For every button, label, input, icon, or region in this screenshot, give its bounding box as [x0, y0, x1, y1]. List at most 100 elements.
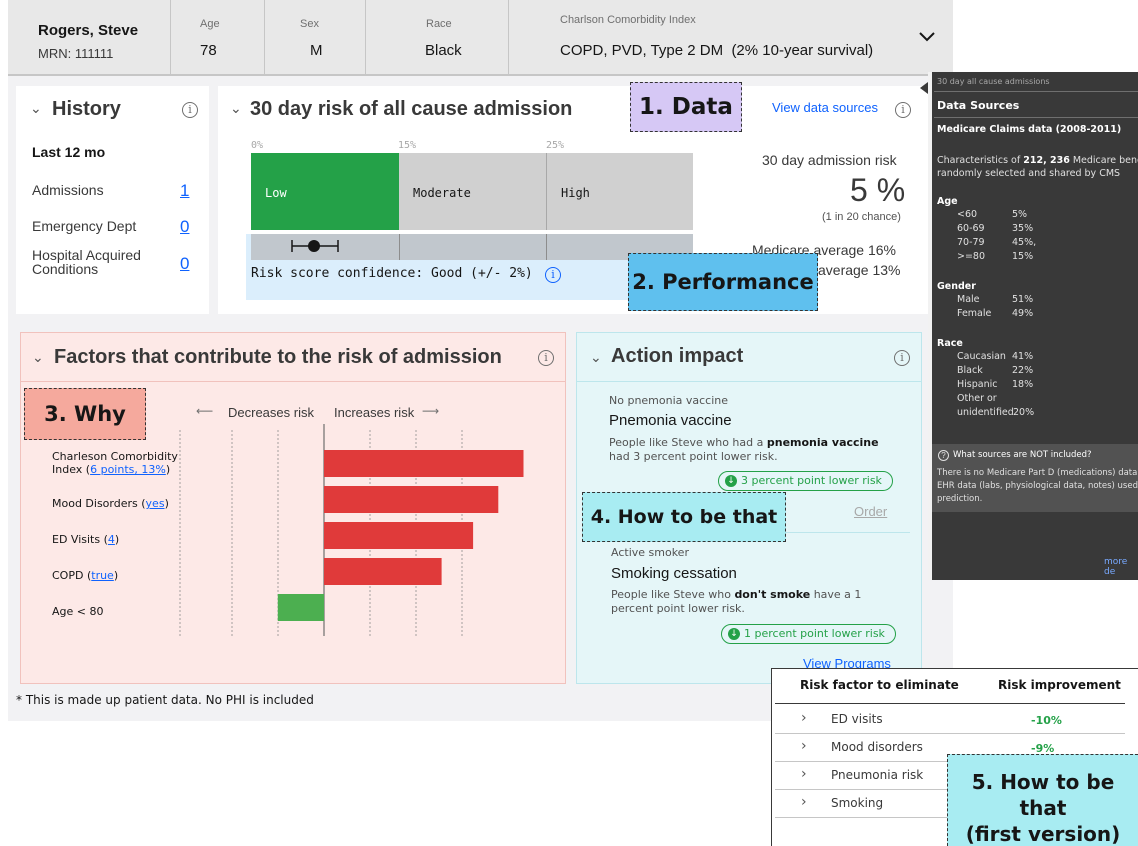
header-divider	[365, 0, 366, 76]
factor-copd-link[interactable]: true	[91, 569, 114, 582]
vaccine-desc-b: pnemonia vaccine	[766, 436, 879, 449]
ds-row: Female 49%	[957, 308, 1033, 322]
ds-row: 60-69 35%	[957, 223, 1033, 237]
data-sources-pointer	[920, 82, 928, 94]
vaccine-desc: People like Steve who had a pnemonia vac…	[609, 436, 899, 464]
confidence-whisker	[291, 238, 339, 254]
annotation-4-how: 4. How to be that	[582, 492, 786, 542]
smoking-desc-d: percent point lower risk.	[611, 602, 745, 615]
factors-header-rule	[20, 381, 566, 382]
cci-value: COPD, PVD, Type 2 DM (2% 10-year surviva…	[560, 42, 874, 59]
factors-chevron-icon[interactable]: ⌄	[32, 349, 44, 366]
ds-row-value: 20%	[1013, 407, 1035, 418]
smoking-status: Active smoker	[611, 546, 689, 559]
table-row[interactable]: › ED visits -10%	[775, 706, 1125, 734]
factor-ed-name: ED Visits	[52, 533, 101, 546]
header-divider	[508, 0, 509, 76]
factor-cci-name2: Index	[52, 463, 83, 476]
patient-mrn: MRN: 111111	[38, 46, 114, 61]
history-ed-label: Emergency Dept	[32, 218, 137, 234]
action-info-icon[interactable]: i	[894, 350, 910, 366]
tick-0: 0%	[251, 140, 264, 151]
ds-row-value: 45%,	[1012, 237, 1037, 248]
confidence-divider	[546, 234, 547, 260]
confidence-info-icon[interactable]: i	[545, 267, 561, 283]
confidence-divider	[399, 234, 400, 260]
vaccine-order-link[interactable]: Order	[854, 504, 887, 519]
footnote: * This is made up patient data. No PHI i…	[16, 693, 314, 707]
smoking-desc: People like Steve who don't smoke have a…	[611, 588, 901, 616]
risk-info-icon[interactable]: i	[895, 102, 911, 118]
header-divider	[170, 0, 171, 76]
history-hac-link[interactable]: 0	[180, 254, 189, 274]
ds-row-value: 5%	[1012, 209, 1028, 220]
race-value: Black	[425, 42, 462, 59]
chevron-right-icon: ›	[801, 710, 807, 726]
patient-name: Rogers, Steve	[38, 22, 139, 39]
annotation-5-how-first: 5. How to be that (first version)	[947, 754, 1138, 846]
ds-row: >=80 15%	[957, 251, 1033, 265]
factor-mood-link[interactable]: yes	[146, 497, 165, 510]
vaccine-impact-pill: ↓ 3 percent point lower risk	[718, 471, 893, 491]
ds-row: 70-79 45%,	[957, 237, 1036, 251]
history-info-icon[interactable]: i	[182, 102, 198, 118]
ds-row: unidentified 20%	[957, 407, 1034, 421]
ds-row-label: unidentified	[957, 407, 1014, 418]
ds-race-title: Race	[937, 338, 963, 349]
view-data-sources-link[interactable]: View data sources	[772, 100, 878, 115]
vaccine-title: Pnemonia vaccine	[609, 412, 732, 429]
factors-info-icon[interactable]: i	[538, 350, 554, 366]
history-ed-link[interactable]: 0	[180, 217, 189, 237]
increases-risk-label: Increases risk	[334, 405, 415, 420]
high-label: High	[561, 186, 590, 200]
help-icon: ?	[938, 450, 949, 461]
annotation-1-data: 1. Data	[630, 82, 742, 132]
ds-more-link[interactable]: more de	[1104, 557, 1138, 577]
history-title: History	[52, 98, 121, 120]
ds-row-label: Black	[957, 365, 983, 376]
action-chevron-icon[interactable]: ⌄	[590, 349, 602, 366]
ds-row-label: Caucasian	[957, 351, 1006, 362]
race-label: Race	[426, 18, 452, 30]
chevron-right-icon: ›	[801, 794, 807, 810]
vaccine-status: No pnemonia vaccine	[609, 394, 729, 407]
ds-row-value: 35%	[1012, 223, 1034, 234]
ds-desc1: Characteristics of 212, 236 Medicare ben…	[937, 155, 1138, 166]
factor-label-copd: COPD (true)	[52, 569, 119, 582]
ds-row: Other or	[957, 393, 1014, 407]
confidence-text: Risk score confidence: Good (+/- 2%)	[251, 266, 533, 281]
factors-chart	[179, 424, 524, 636]
moderate-label: Moderate	[413, 186, 471, 200]
annotation-2-performance: 2. Performance	[628, 253, 818, 311]
ds-row-value: 49%	[1012, 308, 1034, 319]
ds-desc2: randomly selected and shared by CMS	[937, 168, 1121, 179]
history-chevron-icon[interactable]: ⌄	[30, 100, 42, 117]
chevron-right-icon: ›	[801, 766, 807, 782]
ds-row-label: Female	[957, 308, 992, 319]
risk-chevron-icon[interactable]: ⌄	[230, 100, 242, 117]
smoking-desc-c: have a 1	[810, 588, 862, 601]
expand-chevron-icon[interactable]	[918, 30, 936, 48]
factor-cci-link[interactable]: 6 points, 13%	[90, 463, 166, 476]
ds-not-included-3: prediction.	[937, 494, 983, 504]
decreases-arrow-icon: ⟵	[196, 404, 214, 418]
vaccine-desc-a: People like Steve who had a	[609, 436, 767, 449]
table-col-risk-factor: Risk factor to eliminate	[800, 678, 959, 692]
ds-row: Male 51%	[957, 294, 1033, 308]
history-admissions-link[interactable]: 1	[180, 181, 189, 201]
ds-row-value: 15%	[1012, 251, 1034, 262]
smoking-desc-a: People like Steve who	[611, 588, 735, 601]
smoking-title: Smoking cessation	[611, 565, 737, 582]
vaccine-desc-c: had 3 percent point lower risk.	[609, 450, 778, 463]
risk-title: 30 day risk of all cause admission	[250, 98, 573, 120]
table-cell-factor: Mood disorders	[831, 740, 923, 754]
ds-age-rows: <60 5% 60-69 35% 70-79 45%, >=80 15%	[957, 209, 1036, 265]
ds-row: Caucasian 41%	[957, 351, 1033, 365]
ds-desc1c: Medicare beneficiar	[1072, 155, 1138, 166]
ds-row-label: Other or	[957, 393, 997, 404]
ds-crumb-rule	[934, 91, 1138, 92]
ds-row-label: 60-69	[957, 223, 985, 234]
factor-ed-link[interactable]: 4	[108, 533, 115, 546]
ds-crumb: 30 day all cause admissions	[937, 77, 1050, 86]
admission-risk-label: 30 day admission risk	[762, 152, 897, 168]
